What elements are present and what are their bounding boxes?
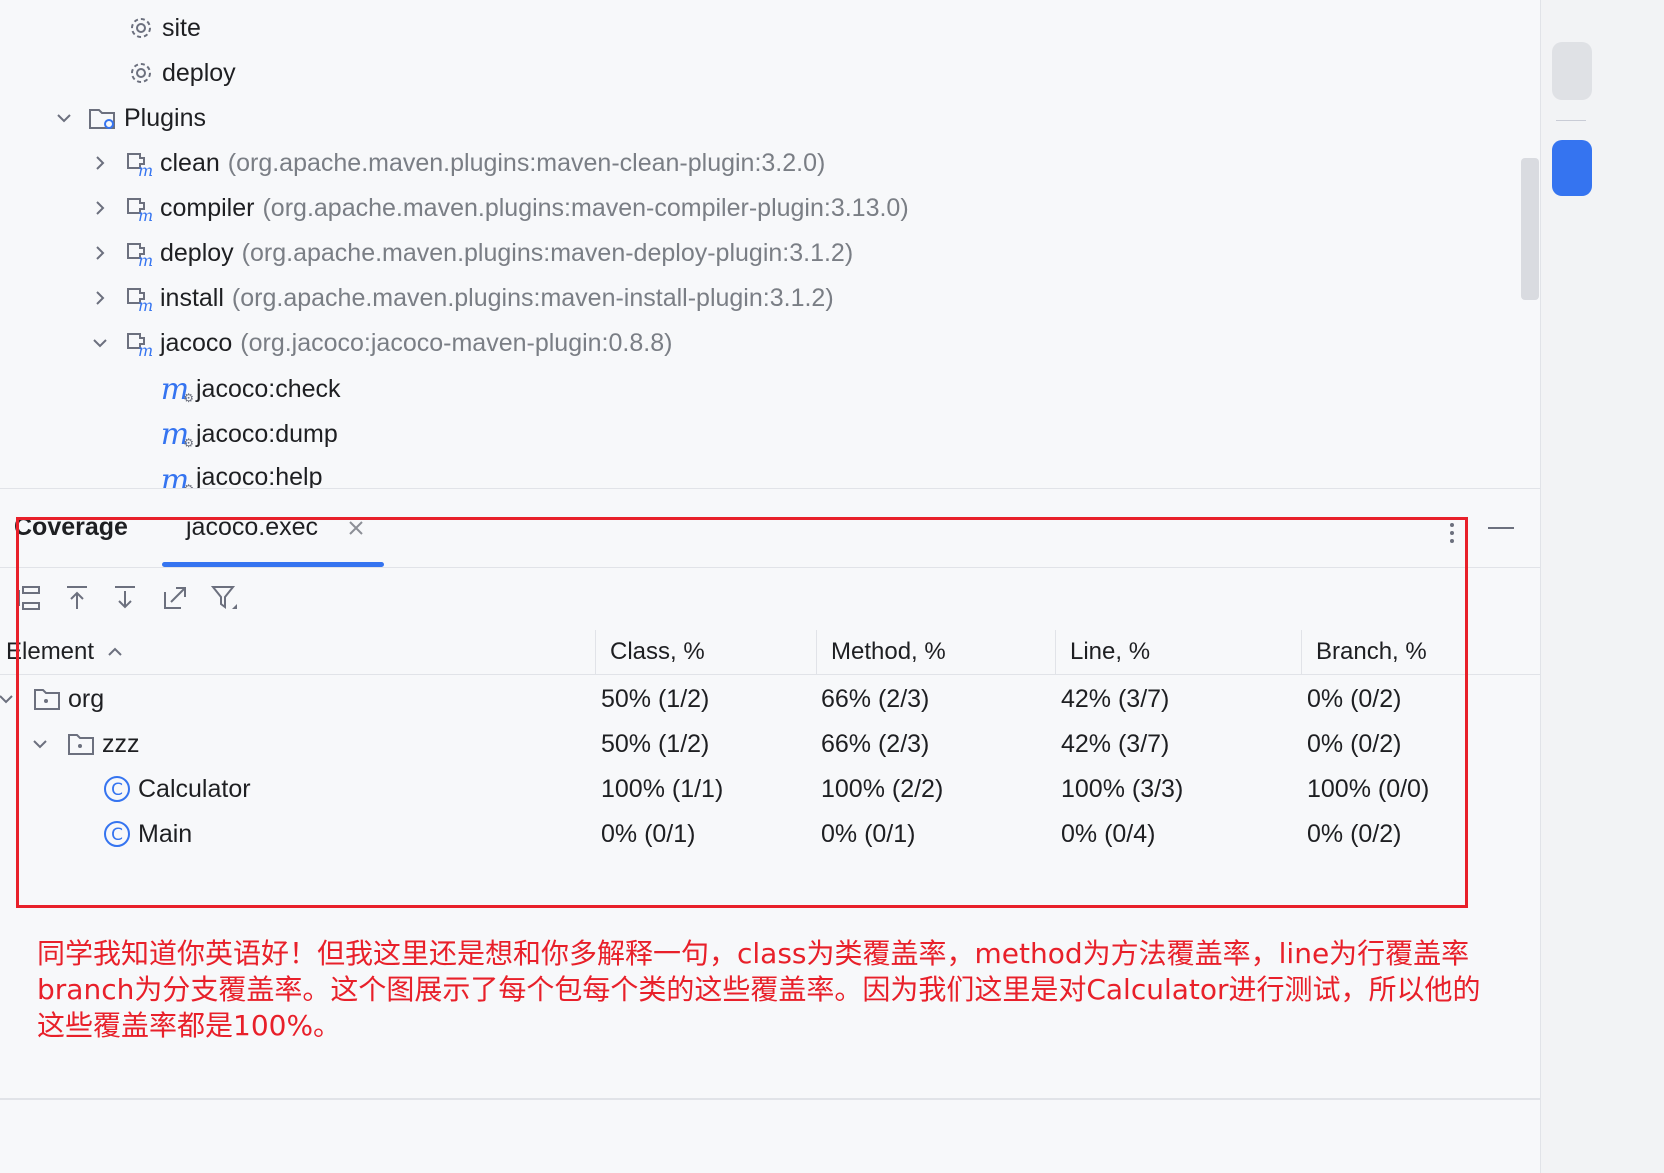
svg-text:m: m [138, 161, 153, 178]
tree-item-label: clean [160, 148, 220, 177]
svg-text:m: m [138, 296, 153, 313]
maven-goal-icon: m⚙ [160, 371, 194, 407]
tree-item-label: site [162, 13, 201, 42]
plugin-icon: m [122, 191, 156, 225]
tree-item-site[interactable]: site [124, 6, 201, 50]
plugin-icon: m [122, 236, 156, 270]
tree-item-label: deploy [160, 238, 234, 267]
chevron-down-icon[interactable] [0, 692, 16, 706]
maven-tool-window-icon[interactable] [1552, 140, 1592, 196]
tree-item-plugin-clean[interactable]: m clean (org.apache.maven.plugins:maven-… [88, 141, 825, 185]
highlight-box [16, 517, 1468, 908]
tree-scrollbar[interactable] [1521, 158, 1539, 300]
plugin-icon: m [122, 281, 156, 315]
chevron-down-icon[interactable] [88, 331, 112, 355]
folder-settings-icon [86, 101, 120, 135]
ai-assistant-icon[interactable] [1552, 42, 1592, 100]
panel-divider[interactable] [0, 488, 1540, 489]
tree-item-goal-help[interactable]: m⚙ jacoco:help [158, 457, 323, 489]
plugin-coordinates: (org.apache.maven.plugins:maven-install-… [231, 283, 834, 312]
maven-goal-icon: m⚙ [160, 416, 194, 452]
bottom-border [0, 1098, 1540, 1100]
tree-item-label: jacoco:dump [196, 419, 338, 448]
svg-text:m: m [138, 251, 153, 268]
chevron-right-icon[interactable] [88, 241, 112, 265]
plugin-coordinates: (org.jacoco:jacoco-maven-plugin:0.8.8) [240, 328, 673, 357]
tree-item-label: jacoco [160, 328, 233, 357]
tree-item-goal-dump[interactable]: m ⚙ jacoco:dump [158, 412, 338, 456]
chevron-right-icon[interactable] [88, 196, 112, 220]
tree-item-deploy-phase[interactable]: deploy [124, 51, 236, 95]
tree-item-label: deploy [162, 58, 236, 87]
plugin-coordinates: (org.apache.maven.plugins:maven-compiler… [262, 193, 909, 222]
tree-item-label: Plugins [124, 103, 206, 132]
tree-item-plugin-install[interactable]: m install (org.apache.maven.plugins:mave… [88, 276, 834, 320]
plugin-coordinates: (org.apache.maven.plugins:maven-clean-pl… [227, 148, 826, 177]
gear-icon [124, 11, 158, 45]
tree-item-plugin-jacoco[interactable]: m jacoco (org.jacoco:jacoco-maven-plugin… [88, 321, 672, 365]
svg-text:m: m [138, 206, 153, 223]
chevron-right-icon[interactable] [88, 151, 112, 175]
plugin-coordinates: (org.apache.maven.plugins:maven-deploy-p… [241, 238, 854, 267]
tree-item-label: install [160, 283, 224, 312]
minimize-icon[interactable] [1488, 527, 1514, 529]
plugin-icon: m [122, 146, 156, 180]
tree-item-plugin-deploy[interactable]: m deploy (org.apache.maven.plugins:maven… [88, 231, 853, 275]
svg-text:m: m [138, 341, 153, 358]
tree-item-label: jacoco:help [196, 463, 323, 488]
tree-item-plugin-compiler[interactable]: m compiler (org.apache.maven.plugins:mav… [88, 186, 909, 230]
tree-item-label: compiler [160, 193, 255, 222]
gear-icon [124, 56, 158, 90]
plugin-icon: m [122, 326, 156, 360]
tree-item-label: jacoco:check [196, 374, 341, 403]
chevron-down-icon[interactable] [52, 106, 76, 130]
tree-item-goal-check[interactable]: m ⚙ jacoco:check [158, 367, 341, 411]
strip-separator [1556, 120, 1586, 121]
maven-goal-icon: m⚙ [160, 462, 194, 489]
chevron-right-icon[interactable] [88, 286, 112, 310]
tree-item-plugins[interactable]: Plugins [52, 96, 206, 140]
annotation-text: 同学我知道你英语好！但我这里还是想和你多解释一句，class为类覆盖率，meth… [37, 937, 1481, 1042]
